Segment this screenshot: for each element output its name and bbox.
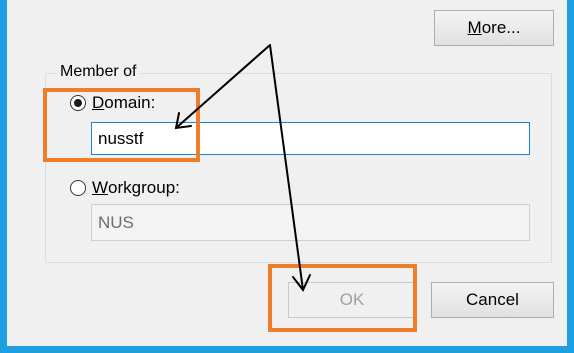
arrow-to-domain-field (175, 44, 271, 129)
annotation-arrows (174, 44, 311, 292)
arrow-to-ok-button (269, 44, 304, 291)
